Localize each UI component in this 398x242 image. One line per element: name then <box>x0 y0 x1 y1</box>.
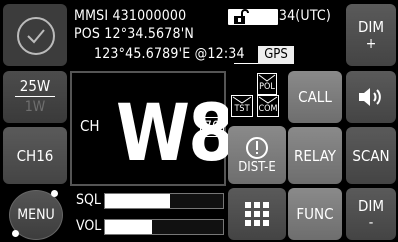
dim-up-label: DIM <box>357 18 384 36</box>
alert-icon <box>246 136 268 159</box>
scan-label: SCAN <box>352 146 390 165</box>
sql-label: SQL <box>76 192 101 208</box>
keypad-button[interactable] <box>228 188 286 240</box>
vol-level <box>105 220 153 234</box>
dim-up-button[interactable]: DIM + <box>346 4 396 66</box>
call-button[interactable]: CALL <box>288 71 342 123</box>
dim-down-button[interactable]: DIM - <box>346 188 396 240</box>
speaker-button[interactable] <box>346 71 396 123</box>
dim-down-label: DIM <box>357 197 384 215</box>
mmsi-text: MMSI 431000000 <box>74 8 187 24</box>
channel-display: CH W8 70 <box>70 71 235 186</box>
func-button[interactable]: FUNC <box>288 188 342 240</box>
relay-label: RELAY <box>293 146 337 165</box>
dot-indicator <box>12 230 19 237</box>
gps-badge: GPS <box>258 46 294 64</box>
distress-label: DIST-E <box>238 159 276 175</box>
scan-button[interactable]: SCAN <box>346 127 396 184</box>
radio-screen: MMSI 431000000 12:34(UTC) POS 12°34.5678… <box>0 0 398 242</box>
status-icons: POL TST COM <box>228 71 286 124</box>
position-lon: 123°45.6789'E @12:34 <box>94 46 245 62</box>
pol-icon: POL <box>257 73 277 95</box>
func-label: FUNC <box>296 205 334 223</box>
power-high: 25W <box>19 77 51 95</box>
menu-button[interactable]: MENU <box>3 188 67 240</box>
keypad-icon <box>245 202 269 226</box>
speaker-icon <box>359 88 381 106</box>
ch16-label: CH16 <box>16 146 54 165</box>
power-divider <box>15 96 55 97</box>
minus-sign: - <box>368 215 374 231</box>
confirm-button[interactable] <box>3 4 67 66</box>
channel-sub: 70 <box>200 117 224 137</box>
channel-label: CH <box>80 117 100 135</box>
vol-label: VOL <box>76 218 102 234</box>
vol-slider[interactable] <box>104 219 224 235</box>
menu-label: MENU <box>17 207 55 223</box>
call-label: CALL <box>298 88 332 106</box>
com-icon: COM <box>257 95 279 117</box>
status-panel: MMSI 431000000 12:34(UTC) POS 12°34.5678… <box>70 4 342 66</box>
position-lat: POS 12°34.5678'N <box>74 26 194 42</box>
sql-slider[interactable] <box>104 193 224 209</box>
power-low: 1W <box>24 99 46 115</box>
sql-level <box>105 194 170 208</box>
check-icon <box>17 17 55 55</box>
plus-sign: + <box>365 36 377 52</box>
distress-button[interactable]: DIST-E <box>228 126 286 184</box>
utc-time: 12:34(UTC) <box>258 8 332 24</box>
dot-indicator <box>51 190 58 197</box>
ch16-button[interactable]: CH16 <box>3 127 67 184</box>
power-button[interactable]: 25W 1W <box>3 71 67 123</box>
tst-icon: TST <box>231 95 253 117</box>
relay-button[interactable]: RELAY <box>288 127 342 184</box>
